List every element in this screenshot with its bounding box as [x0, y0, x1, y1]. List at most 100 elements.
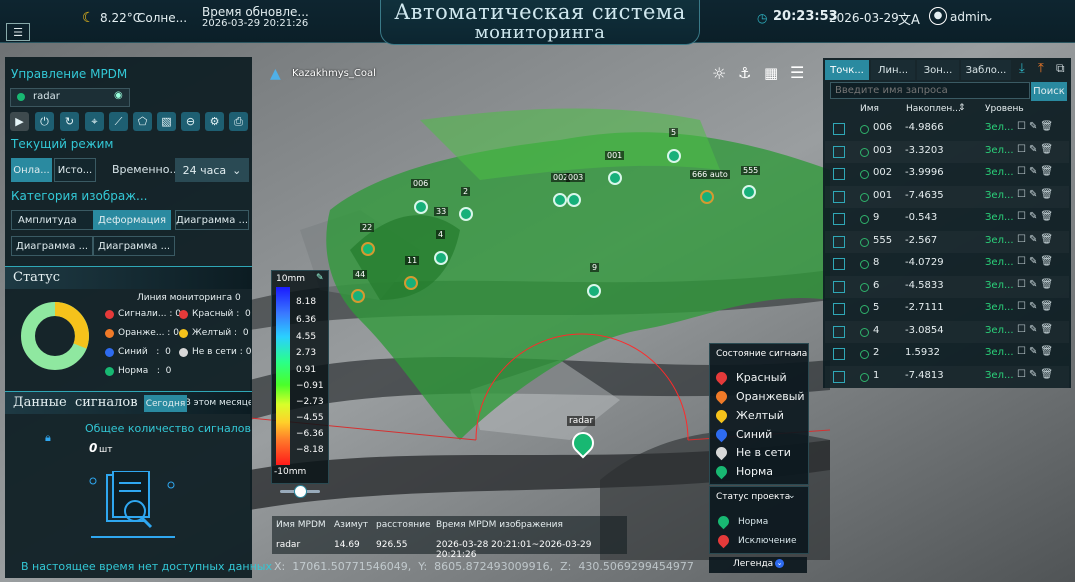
row-actions-icon[interactable]: ☐✎🗑︎ — [1017, 324, 1056, 335]
row-actions-icon[interactable]: ☐✎🗑︎ — [1017, 256, 1056, 267]
row-actions-icon[interactable]: ☐✎🗑︎ — [1017, 144, 1056, 155]
row-actions-icon[interactable]: ☐✎🗑︎ — [1017, 211, 1056, 222]
row-checkbox[interactable] — [833, 303, 845, 315]
row-actions-icon[interactable]: ☐✎🗑︎ — [1017, 234, 1056, 245]
menu-button[interactable]: ☰ — [6, 23, 30, 41]
user-avatar-icon[interactable]: ● — [929, 7, 947, 25]
table-row[interactable]: 5 -2.7111 Зел... ☐✎🗑︎ — [825, 298, 1069, 320]
col-header-accum[interactable]: Накоплен... — [906, 104, 961, 114]
status-line-label: Линия мониторинга 0 — [137, 293, 241, 303]
tab-points[interactable]: Точк... — [825, 60, 869, 80]
tab-zones[interactable]: Зон... — [917, 60, 959, 80]
legend-item-blue: Синий — [713, 426, 772, 443]
search-button[interactable]: Поиск — [1031, 82, 1067, 101]
copy-icon[interactable]: ⧉ — [1056, 61, 1065, 76]
marker-pin-icon — [713, 388, 730, 405]
minus-icon[interactable]: ⊖ — [181, 112, 200, 131]
total-signals-label: Общее количество сигналов — [85, 422, 251, 435]
edit-icon[interactable]: ✎ — [316, 273, 324, 283]
marker-label: 555 — [741, 166, 761, 175]
row-checkbox[interactable] — [833, 258, 845, 270]
status-header: Статус — [5, 266, 252, 289]
row-checkbox[interactable] — [833, 326, 845, 338]
cat-diagram-button-2[interactable]: Диаграмма ... — [11, 236, 93, 256]
table-row[interactable]: 006 -4.9866 Зел... ☐✎🗑︎ — [825, 118, 1069, 140]
sun-icon[interactable]: ☼ — [712, 64, 726, 83]
row-checkbox[interactable] — [833, 191, 845, 203]
sort-icon[interactable]: ⇕ — [958, 103, 966, 113]
cat-amplitude-button[interactable]: Амплитуда — [11, 210, 95, 230]
table-row[interactable]: 8 -4.0729 Зел... ☐✎🗑︎ — [825, 253, 1069, 275]
row-checkbox[interactable] — [833, 236, 845, 248]
cat-diagram-button-3[interactable]: Диаграмма ... — [93, 236, 175, 256]
table-row[interactable]: 002 -3.9996 Зел... ☐✎🗑︎ — [825, 163, 1069, 185]
project-item-normal: Норма — [715, 513, 768, 530]
polygon-icon[interactable]: ⬠ — [133, 112, 152, 131]
status-item-orange: Оранже... : 0 — [105, 328, 179, 338]
marker-pin-icon — [742, 185, 756, 199]
table-row[interactable]: 555 -2.567 Зел... ☐✎🗑︎ — [825, 231, 1069, 253]
row-checkbox[interactable] — [833, 123, 845, 135]
settings-icon[interactable]: ⚙ — [205, 112, 224, 131]
marker-pin-icon — [667, 149, 681, 163]
export-icon[interactable]: ⎙ — [229, 112, 248, 131]
hatch-icon[interactable]: ▧ — [157, 112, 176, 131]
power-icon[interactable]: ⏻ — [35, 112, 54, 131]
row-checkbox[interactable] — [833, 213, 845, 225]
eye-icon[interactable]: ◉ — [114, 90, 123, 101]
table-row[interactable]: 4 -3.0854 Зел... ☐✎🗑︎ — [825, 321, 1069, 343]
anchor-icon[interactable]: ⚓︎ — [738, 64, 751, 82]
row-actions-icon[interactable]: ☐✎🗑︎ — [1017, 279, 1056, 290]
header-bar: ☰ ☾ 8.22°C Солне... Время обновле... 202… — [0, 0, 1075, 45]
colorbar-tick: 8.18 — [296, 297, 317, 307]
chevron-down-icon[interactable]: ⌄ — [788, 491, 796, 501]
mode-online-button[interactable]: Онла... — [11, 158, 52, 182]
info-header-time: Время MPDM изображения — [436, 520, 563, 530]
chevron-down-icon[interactable]: ⌄ — [792, 348, 800, 358]
row-actions-icon[interactable]: ☐✎🗑︎ — [1017, 166, 1056, 177]
row-actions-icon[interactable]: ☐✎🗑︎ — [1017, 346, 1056, 357]
line-tool-icon[interactable]: ⟋ — [109, 112, 128, 131]
tab-today[interactable]: Сегодня — [144, 395, 187, 412]
legend-toggle[interactable]: Легенда ⌄ — [709, 557, 807, 573]
user-name[interactable]: admin — [950, 10, 988, 24]
radar-select[interactable]: radar ◉ — [10, 88, 130, 107]
tab-lines[interactable]: Лин... — [871, 60, 915, 80]
row-checkbox[interactable] — [833, 281, 845, 293]
cat-deformation-button[interactable]: Деформация — [93, 210, 171, 230]
table-row[interactable]: 1 -7.4813 Зел... ☐✎🗑︎ — [825, 366, 1069, 388]
row-checkbox[interactable] — [833, 146, 845, 158]
table-row[interactable]: 9 -0.543 Зел... ☐✎🗑︎ — [825, 208, 1069, 230]
download-icon[interactable]: ⤓ — [1019, 61, 1025, 76]
mode-history-button[interactable]: Исто... — [54, 158, 96, 182]
language-icon[interactable]: 文A — [898, 9, 920, 28]
row-actions-icon[interactable]: ☐✎🗑︎ — [1017, 121, 1056, 132]
table-row[interactable]: 001 -7.4635 Зел... ☐✎🗑︎ — [825, 186, 1069, 208]
refresh-icon[interactable]: ↻ — [60, 112, 79, 131]
play-icon[interactable]: ▶ — [10, 112, 29, 131]
tab-blocked[interactable]: Забло... — [961, 60, 1011, 80]
upload-icon[interactable]: ⤒ — [1038, 61, 1044, 76]
status-dot-icon — [105, 309, 114, 319]
tab-this-month[interactable]: В этом месяце — [187, 395, 251, 410]
list-icon[interactable]: ☰ — [790, 63, 804, 82]
chevron-down-icon[interactable]: ⌄ — [984, 10, 994, 24]
col-header-name: Имя — [860, 104, 879, 114]
row-actions-icon[interactable]: ☐✎🗑︎ — [1017, 301, 1056, 312]
opacity-slider-handle[interactable] — [294, 485, 307, 498]
row-checkbox[interactable] — [833, 348, 845, 360]
row-checkbox[interactable] — [833, 371, 845, 383]
table-row[interactable]: 003 -3.3203 Зел... ☐✎🗑︎ — [825, 141, 1069, 163]
row-actions-icon[interactable]: ☐✎🗑︎ — [1017, 189, 1056, 200]
time-range-select[interactable]: 24 часа ⌄ — [175, 158, 249, 182]
search-input[interactable] — [830, 82, 1030, 99]
clock-date: 2026-03-29 — [829, 11, 899, 25]
colorbar-tick: −0.91 — [296, 381, 324, 391]
grid-icon[interactable]: ▦ — [764, 64, 778, 82]
cat-diagram-button-1[interactable]: Диаграмма ... — [175, 210, 249, 230]
table-row[interactable]: 6 -4.5833 Зел... ☐✎🗑︎ — [825, 276, 1069, 298]
row-actions-icon[interactable]: ☐✎🗑︎ — [1017, 369, 1056, 380]
location-pin-icon[interactable]: ⌖ — [85, 112, 104, 131]
table-row[interactable]: 2 1.5932 Зел... ☐✎🗑︎ — [825, 343, 1069, 365]
row-checkbox[interactable] — [833, 168, 845, 180]
